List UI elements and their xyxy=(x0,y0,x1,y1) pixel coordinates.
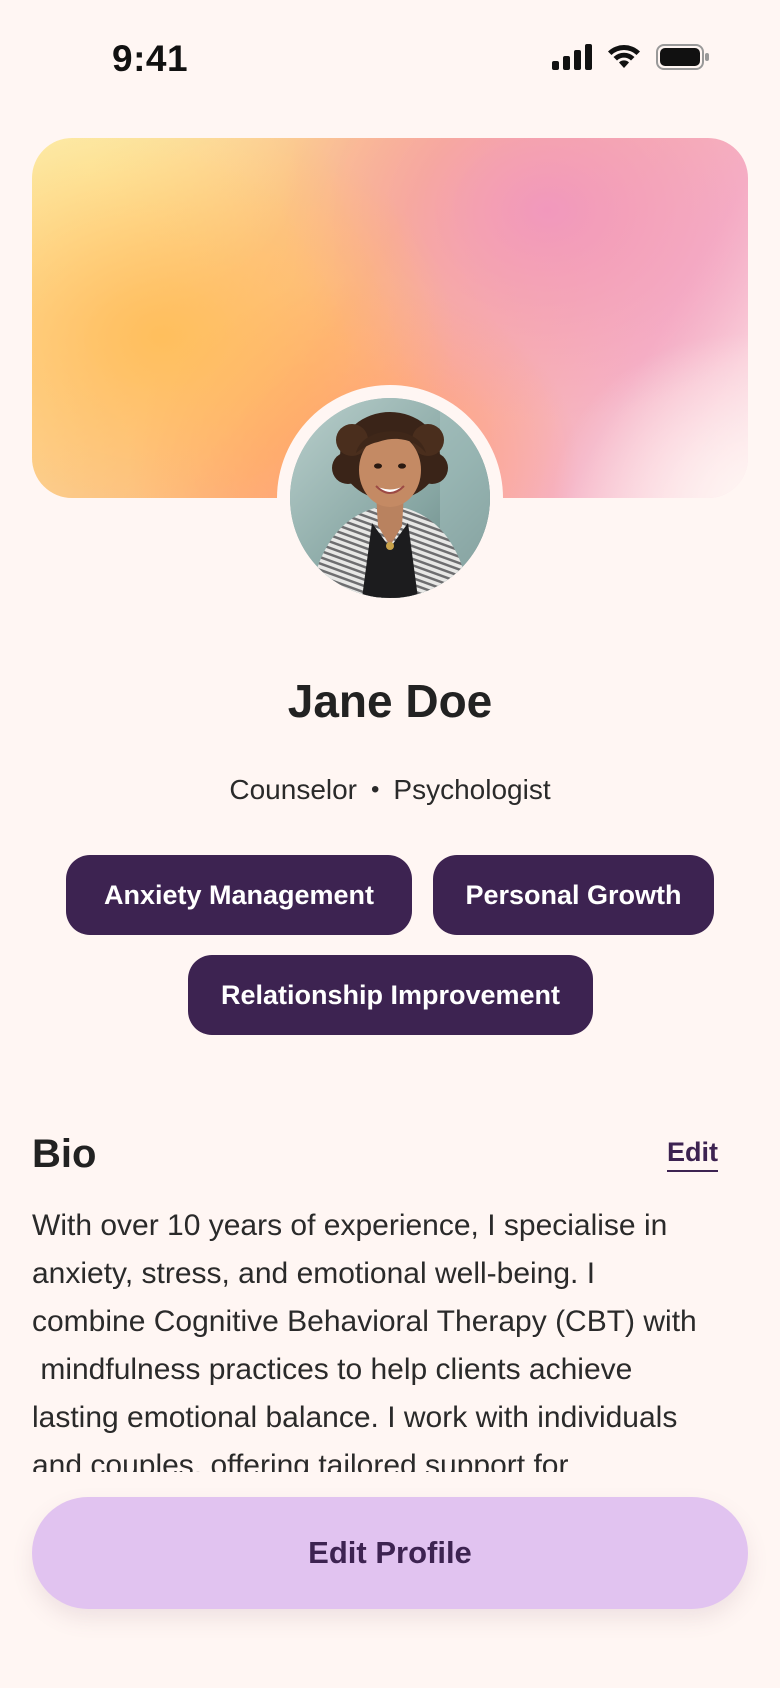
bio-line: and couples, offering tailored support f… xyxy=(32,1449,569,1472)
profile-name: Jane Doe xyxy=(287,675,493,727)
wifi-icon xyxy=(606,44,642,70)
bio-line: mindfulness practices to help clients ac… xyxy=(32,1353,633,1386)
bio-line: lasting emotional balance. I work with i… xyxy=(32,1401,678,1434)
status-icons xyxy=(552,44,710,70)
cellular-signal-icon xyxy=(552,44,592,70)
tag-anxiety-management[interactable]: Anxiety Management xyxy=(66,855,412,935)
bio-text: With over 10 years of experience, I spec… xyxy=(32,1202,752,1472)
tag-personal-growth[interactable]: Personal Growth xyxy=(433,855,714,935)
role-separator: • xyxy=(371,776,380,803)
bio-line: combine Cognitive Behavioral Therapy (CB… xyxy=(32,1305,697,1338)
bio-title: Bio xyxy=(32,1132,97,1176)
role-primary: Counselor xyxy=(229,774,358,805)
profile-photo xyxy=(290,398,490,598)
bio-header: Bio Edit xyxy=(32,1132,718,1177)
bio-line: With over 10 years of experience, I spec… xyxy=(32,1209,668,1242)
bio-edit-link[interactable]: Edit xyxy=(667,1137,718,1172)
status-bar: 9:41 xyxy=(0,0,780,120)
role-secondary: Psychologist xyxy=(393,774,551,805)
avatar[interactable] xyxy=(290,398,490,598)
tag-relationship-improvement[interactable]: Relationship Improvement xyxy=(188,955,593,1035)
status-time: 9:41 xyxy=(112,38,189,79)
edit-profile-button[interactable]: Edit Profile xyxy=(32,1497,748,1609)
bio-line: anxiety, stress, and emotional well-bein… xyxy=(32,1257,596,1290)
battery-icon xyxy=(656,44,710,70)
profile-roles: Counselor • Psychologist xyxy=(0,774,780,806)
